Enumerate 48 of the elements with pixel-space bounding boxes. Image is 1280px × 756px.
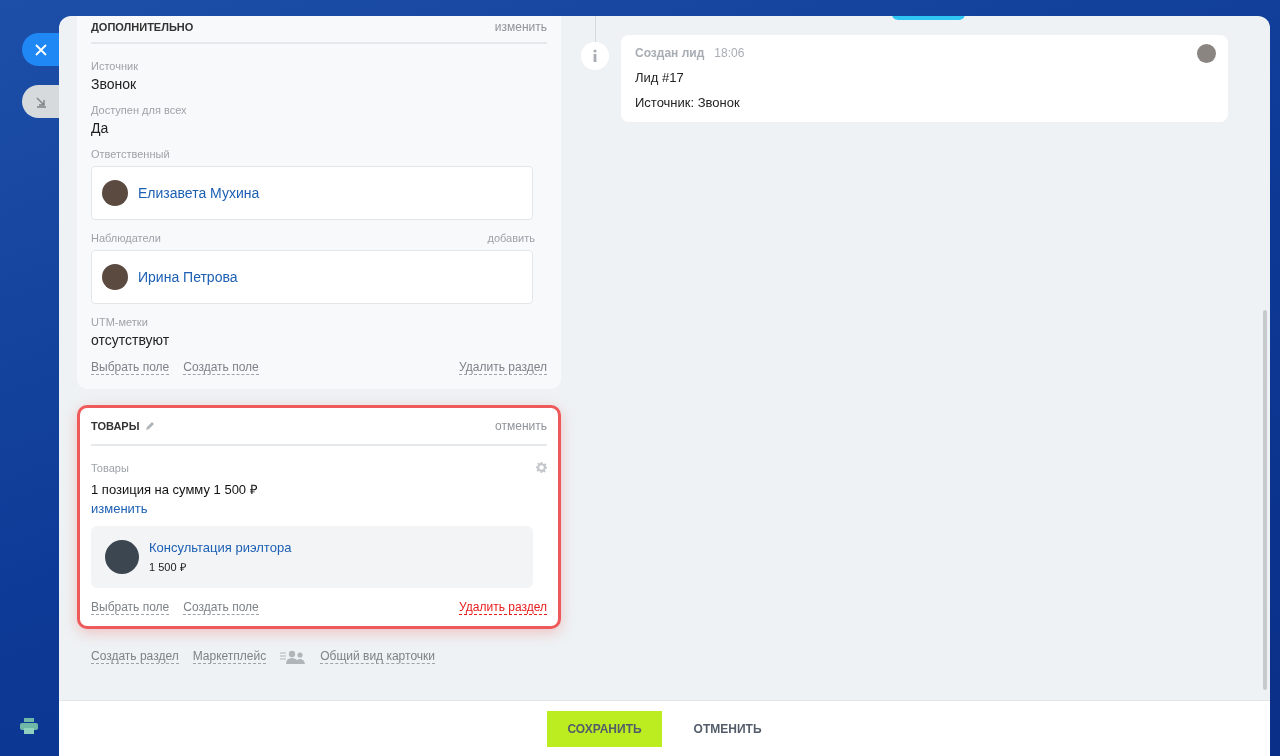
field-label: Наблюдатели [91,232,161,244]
save-button[interactable]: СОХРАНИТЬ [547,710,662,747]
product-name[interactable]: Консультация риэлтора [149,540,292,555]
bottom-link[interactable]: Создать раздел [91,649,179,664]
event-title: Создан лид [635,46,705,60]
footer-link[interactable]: Выбрать поле [91,360,170,375]
section-title: ТОВАРЫ [91,420,140,432]
field-value: Да [91,120,110,136]
close-icon [34,43,47,56]
collapse-button[interactable] [22,85,59,118]
card-view-link[interactable]: Общий вид карточки [320,649,435,664]
footer-link[interactable]: Создать поле [183,600,259,615]
add-link[interactable]: добавить [487,232,535,244]
section-action-link[interactable]: изменить [494,20,547,34]
scrollbar[interactable] [1263,310,1267,690]
product-photo [105,540,139,574]
bottom-link[interactable]: Маркетплейс [192,649,267,664]
event-time: 18:06 [714,46,745,60]
edit-link[interactable]: изменить [91,501,547,516]
user-field[interactable]: Ирина Петрова [91,250,533,304]
section-title: ДОПОЛНИТЕЛЬНО [91,21,194,33]
user-field[interactable]: Елизавета Мухина [91,166,533,220]
event-text: Источник: Звонок [635,95,741,110]
close-button[interactable] [22,33,59,66]
field-label: Источник [91,60,138,72]
people-icon[interactable] [280,649,307,664]
delete-section-link[interactable]: Удалить раздел [459,600,547,615]
products-summary: 1 позиция на сумму 1 500 ₽ [91,481,259,498]
event-text: Лид #17 [635,70,685,85]
section-action-link[interactable]: отменить [495,419,547,433]
cancel-button[interactable]: ОТМЕНИТЬ [673,710,782,747]
pencil-icon[interactable] [145,421,156,431]
footer-link[interactable]: Выбрать поле [91,600,170,615]
delete-section-link[interactable]: Удалить раздел [459,360,547,375]
field-label: UTM-метки [91,316,148,328]
field-value: отсутствуют [91,332,171,348]
avatar [102,180,128,206]
arrow-icon [34,95,47,108]
field-label: Ответственный [91,148,170,160]
field-value: Звонок [91,76,138,92]
footer-link[interactable]: Создать поле [183,360,259,375]
printer-icon[interactable] [20,718,38,734]
field-label: Товары [91,462,129,474]
avatar [1197,44,1216,63]
product-price: 1 500 ₽ [149,560,187,574]
field-label: Доступен для всех [91,104,187,116]
avatar [102,264,128,290]
settings-icon[interactable] [536,462,547,473]
